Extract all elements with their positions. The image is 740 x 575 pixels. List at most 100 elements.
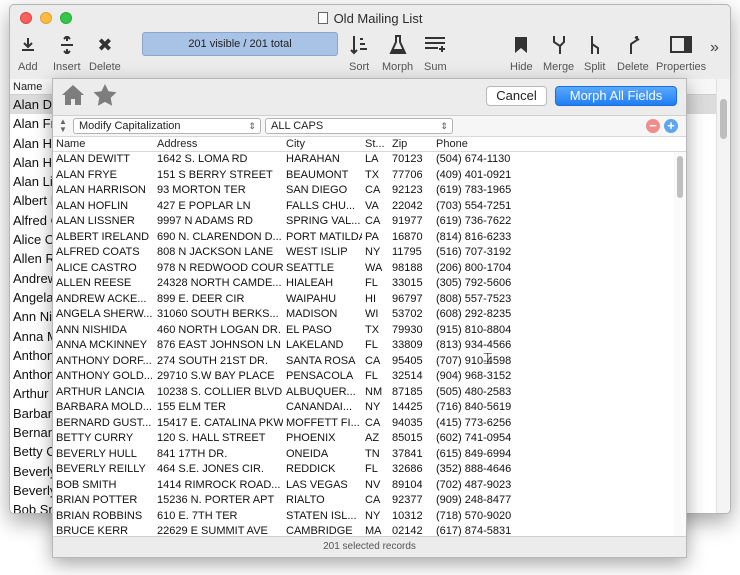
- cell-name: ALICE CASTRO: [56, 261, 137, 274]
- cell-zip: 91977: [392, 215, 423, 227]
- step-order-control[interactable]: ▲ ▼: [57, 118, 69, 134]
- insert-label: Insert: [53, 61, 81, 73]
- cell-state: HI: [365, 292, 376, 305]
- cell-address: 24328 NORTH CAMDE...: [157, 277, 282, 289]
- operation-popup[interactable]: Modify Capitalization ⇕: [73, 118, 261, 134]
- cell-phone: (352) 888-4646: [436, 463, 512, 475]
- cell-zip: 89104: [392, 478, 423, 491]
- record-row[interactable]: ANNA MCKINNEY 876 EAST JOHNSON LN LAKELAND…: [53, 338, 673, 354]
- records-scroll-thumb[interactable]: [677, 156, 683, 198]
- record-row[interactable]: ALICE CASTRO 978 N REDWOOD COURT SEATTLE WA…: [53, 261, 673, 277]
- record-row[interactable]: ALFRED COATS 808 N JACKSON LANE WEST ISLIP…: [53, 245, 673, 261]
- delete-column-button[interactable]: Delete: [617, 33, 649, 73]
- cell-name: ALAN FRYE: [56, 168, 117, 181]
- insert-button[interactable]: Insert: [53, 33, 81, 73]
- column-header-city[interactable]: City: [286, 138, 362, 150]
- record-row[interactable]: BRIAN POTTER 15236 N. PORTER APT RIALTO CA 9…: [53, 493, 673, 509]
- properties-button[interactable]: Properties: [656, 33, 706, 73]
- home-icon[interactable]: [61, 84, 87, 108]
- cell-zip: 32686: [392, 463, 423, 475]
- cell-phone: (504) 674-1130: [436, 153, 511, 165]
- cell-name: BERNARD GUST...: [56, 416, 152, 429]
- zoom-window-button[interactable]: [60, 12, 72, 24]
- cancel-button[interactable]: Cancel: [486, 86, 547, 106]
- cell-phone: (915) 810-8804: [436, 323, 512, 336]
- visible-count-display: 201 visible / 201 total: [142, 32, 338, 56]
- cell-state: CA: [365, 494, 381, 506]
- record-row[interactable]: ALBERT IRELAND 690 N. CLARENDON D... PORT …: [53, 230, 673, 246]
- hide-label: Hide: [510, 61, 533, 73]
- bookmark-icon: [514, 33, 528, 57]
- cell-phone: (718) 570-9020: [436, 509, 512, 522]
- flask-icon: [389, 33, 407, 57]
- add-button[interactable]: Add: [18, 33, 38, 73]
- merge-button[interactable]: Merge: [543, 33, 574, 73]
- cell-zip: 70123: [392, 153, 423, 165]
- split-button[interactable]: Split: [584, 33, 605, 73]
- merge-label: Merge: [543, 61, 575, 73]
- delete-row-button[interactable]: ✖ Delete: [89, 33, 121, 74]
- record-row[interactable]: ANTHONY GOLD... 29710 S.W BAY PLACE PENSAC…: [53, 369, 673, 385]
- cell-name: BEVERLY HULL: [56, 447, 137, 460]
- cell-address: 155 ELM TER: [157, 401, 226, 413]
- cell-state: CA: [365, 215, 381, 227]
- cell-city: PENSACOLA: [286, 370, 354, 382]
- sum-button[interactable]: Sum: [424, 33, 447, 73]
- sort-button[interactable]: Sort: [349, 33, 369, 73]
- records-scrollbar[interactable]: [674, 152, 686, 539]
- column-header-address[interactable]: Address: [157, 138, 283, 150]
- record-row[interactable]: ALAN HOFLIN 427 E POPLAR LN FALLS CHU... VA…: [53, 199, 673, 215]
- record-row[interactable]: ALAN HARRISON 93 MORTON TER SAN DIEGO CA 921…: [53, 183, 673, 199]
- record-row[interactable]: BOB SMITH 1414 RIMROCK ROAD... LAS VEGAS NV…: [53, 478, 673, 494]
- cell-name: BEVERLY REILLY: [56, 463, 146, 475]
- morph-panel: ▲ ▼ Modify Capitalization ⇕ ALL CAPS ⇕ − …: [53, 115, 686, 539]
- record-row[interactable]: ALAN FRYE 151 S BERRY STREET BEAUMONT TX 777…: [53, 168, 673, 184]
- minimize-window-button[interactable]: [40, 12, 52, 24]
- record-row[interactable]: BEVERLY HULL 841 17TH DR. ONEIDA TN 37841 (61…: [53, 447, 673, 463]
- hide-button[interactable]: Hide: [510, 33, 533, 73]
- cell-city: LAS VEGAS: [286, 478, 348, 491]
- record-row[interactable]: ARTHUR LANCIA 10238 S. COLLIER BLVD. ALBUQ…: [53, 385, 673, 401]
- morph-all-fields-button[interactable]: Morph All Fields: [555, 86, 677, 106]
- record-row[interactable]: ANTHONY DORF... 274 SOUTH 21ST DR. SANTA R…: [53, 354, 673, 370]
- cell-zip: 33015: [392, 277, 423, 289]
- remove-step-button[interactable]: −: [646, 119, 660, 133]
- column-header-state[interactable]: St...: [365, 138, 389, 150]
- cell-address: 876 EAST JOHNSON LN: [157, 339, 281, 351]
- star-icon[interactable]: [93, 84, 119, 108]
- record-row[interactable]: BETTY CURRY 120 S. HALL STREET PHOENIX AZ 85…: [53, 431, 673, 447]
- column-header-zip[interactable]: Zip: [392, 138, 436, 150]
- record-row[interactable]: BERNARD GUST... 15417 E. CATALINA PKWY MOF…: [53, 416, 673, 432]
- close-window-button[interactable]: [20, 12, 32, 24]
- main-scrollbar[interactable]: [716, 79, 730, 513]
- record-row[interactable]: ALAN DEWITT 1642 S. LOMA RD HARAHAN LA 70123…: [53, 152, 673, 168]
- record-row[interactable]: ANDREW ACKE... 899 E. DEER CIR WAIPAHU HI 96…: [53, 292, 673, 308]
- capitalization-option-popup[interactable]: ALL CAPS ⇕: [265, 118, 453, 134]
- cell-name: ANN NISHIDA: [56, 323, 127, 336]
- morph-button[interactable]: Morph: [382, 33, 413, 73]
- record-row[interactable]: BARBARA MOLD... 155 ELM TER CANANDAI... NY 1…: [53, 400, 673, 416]
- cell-zip: 96797: [392, 292, 423, 305]
- record-row[interactable]: ANGELA SHERW... 31060 SOUTH BERKS... MADIS…: [53, 307, 673, 323]
- window-controls: [20, 12, 72, 24]
- record-row[interactable]: BRIAN ROBBINS 610 E. 7TH TER STATEN ISL...…: [53, 509, 673, 525]
- cell-name: ALAN DEWITT: [56, 153, 130, 165]
- cell-state: WA: [365, 261, 383, 274]
- column-header-name[interactable]: Name: [56, 138, 154, 150]
- cell-state: NY: [365, 401, 381, 413]
- cell-name: ALAN LISSNER: [56, 215, 135, 227]
- toolbar-overflow-button[interactable]: »: [710, 39, 719, 57]
- overflow-chevron-icon: »: [710, 39, 719, 56]
- column-header-phone[interactable]: Phone: [436, 138, 526, 150]
- cell-city: REDDICK: [286, 463, 336, 475]
- record-row[interactable]: ANN NISHIDA 460 NORTH LOGAN DR. EL PASO TX 7…: [53, 323, 673, 339]
- cell-phone: (707) 910-4598: [436, 354, 512, 367]
- main-scroll-thumb[interactable]: [720, 99, 727, 139]
- add-step-button[interactable]: +: [664, 119, 678, 133]
- record-row[interactable]: ALAN LISSNER 9997 N ADAMS RD SPRING VAL...…: [53, 214, 673, 230]
- cell-address: 690 N. CLARENDON D...: [157, 230, 282, 243]
- record-row[interactable]: ALLEN REESE 24328 NORTH CAMDE... HIALEAH FL…: [53, 276, 673, 292]
- cell-zip: 92123: [392, 184, 423, 196]
- cell-zip: 85015: [392, 432, 423, 444]
- record-row[interactable]: BEVERLY REILLY 464 S.E. JONES CIR. REDDICK…: [53, 462, 673, 478]
